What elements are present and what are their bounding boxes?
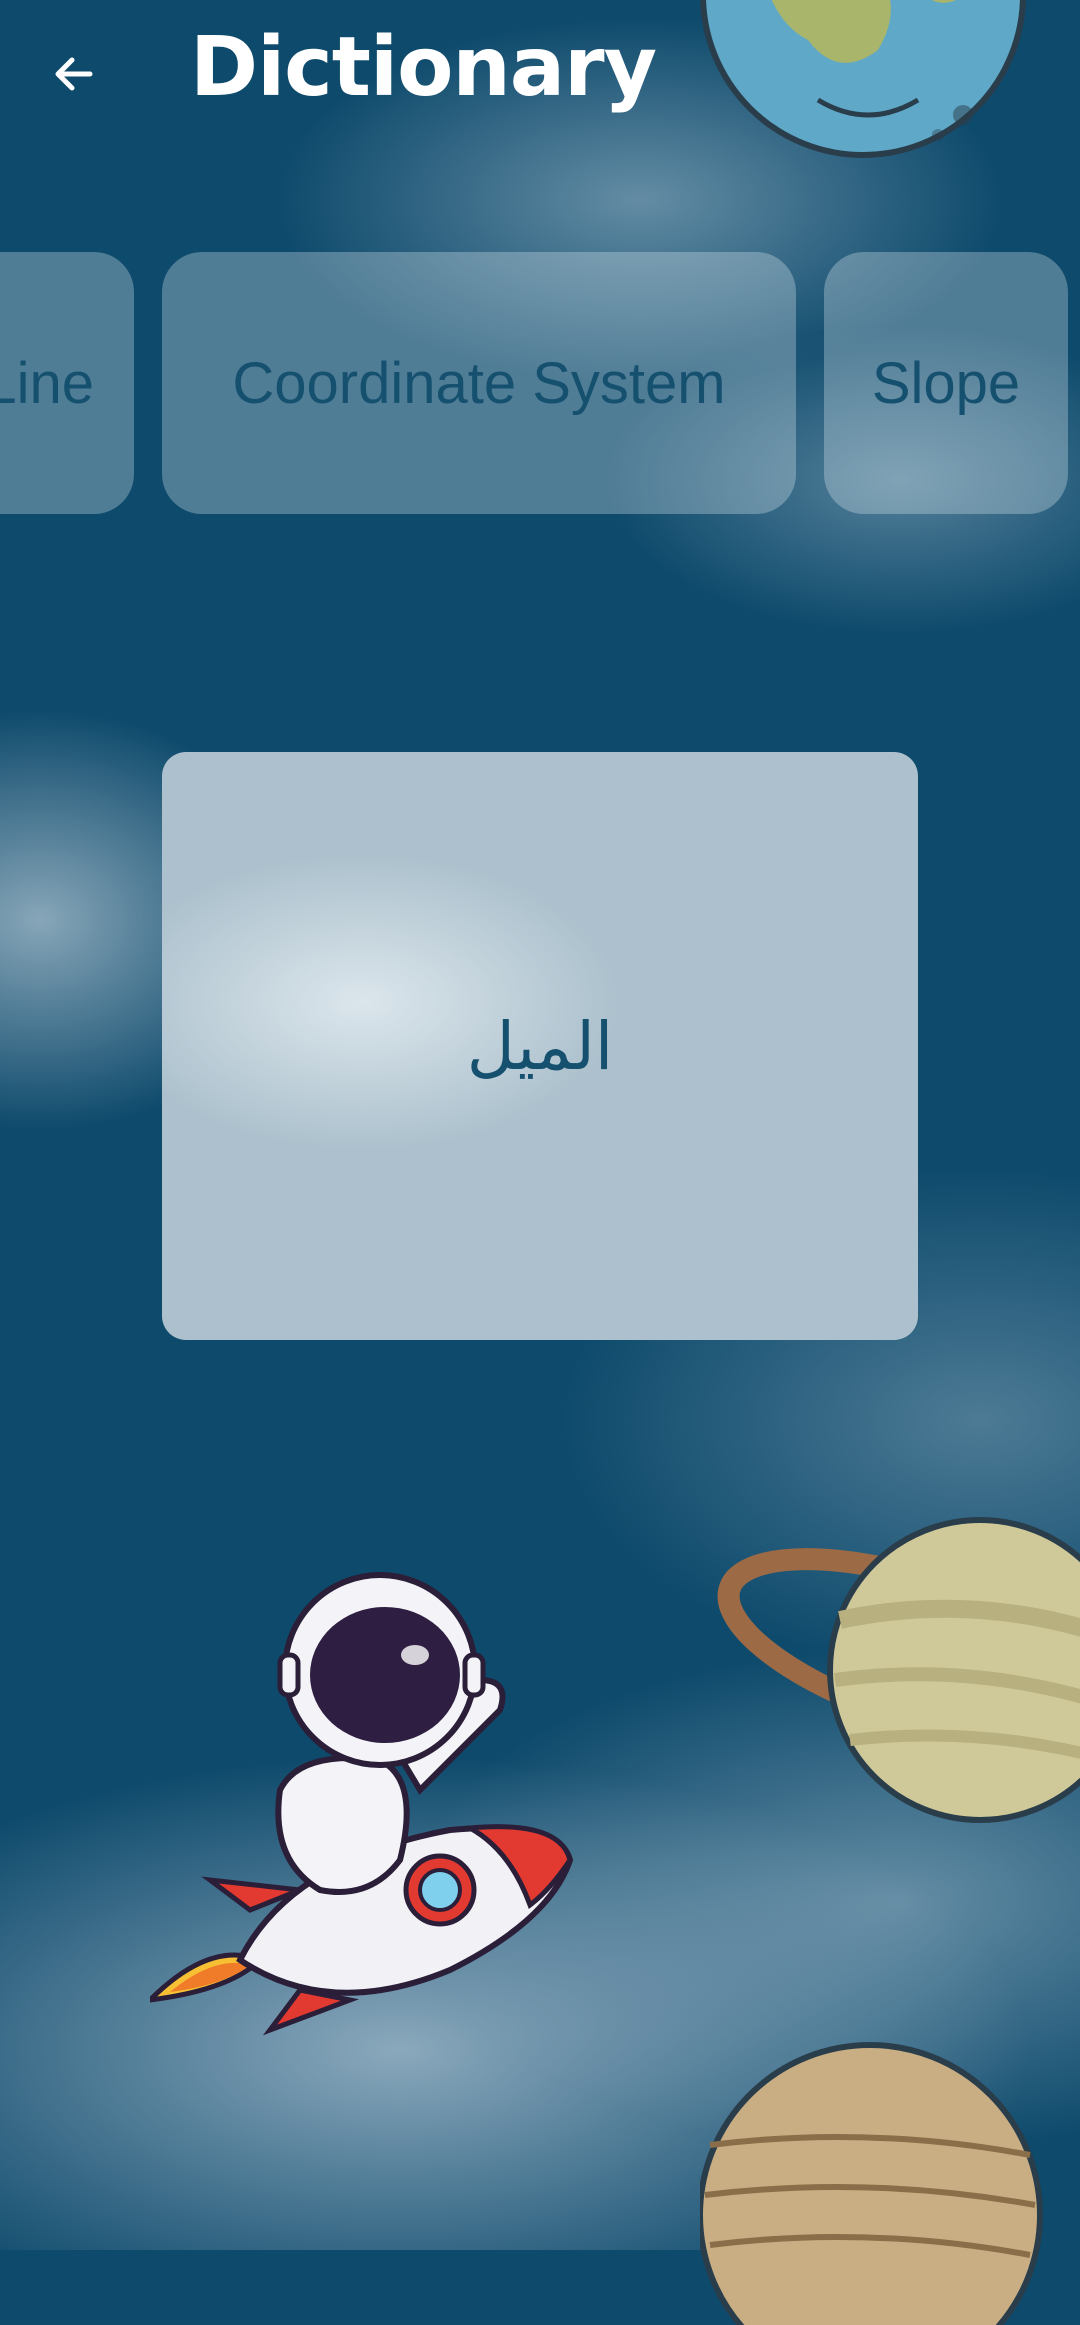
term-chip-label: Line <box>0 350 94 416</box>
astronaut-on-rocket-illustration <box>150 1572 574 2036</box>
term-chip-coordinate-system[interactable]: Coordinate System <box>162 252 796 514</box>
term-chip-list[interactable]: Line Coordinate System Slope <box>0 252 1080 514</box>
app-header: Dictionary <box>0 0 1080 150</box>
cloud-decoration <box>162 852 622 1152</box>
term-chip-label: Slope <box>871 350 1021 416</box>
term-chip-label: Coordinate System <box>232 350 726 416</box>
term-chip-line[interactable]: Line <box>0 252 134 514</box>
back-button[interactable] <box>36 36 112 112</box>
translation-text: الميل <box>466 1007 614 1085</box>
page-title: Dictionary <box>190 20 657 115</box>
term-chip-slope[interactable]: Slope <box>824 252 1068 514</box>
saturn-illustration <box>717 1517 1080 1823</box>
translation-card: الميل <box>162 752 918 1340</box>
jupiter-illustration <box>700 2042 1043 2325</box>
arrow-left-icon <box>55 57 93 91</box>
